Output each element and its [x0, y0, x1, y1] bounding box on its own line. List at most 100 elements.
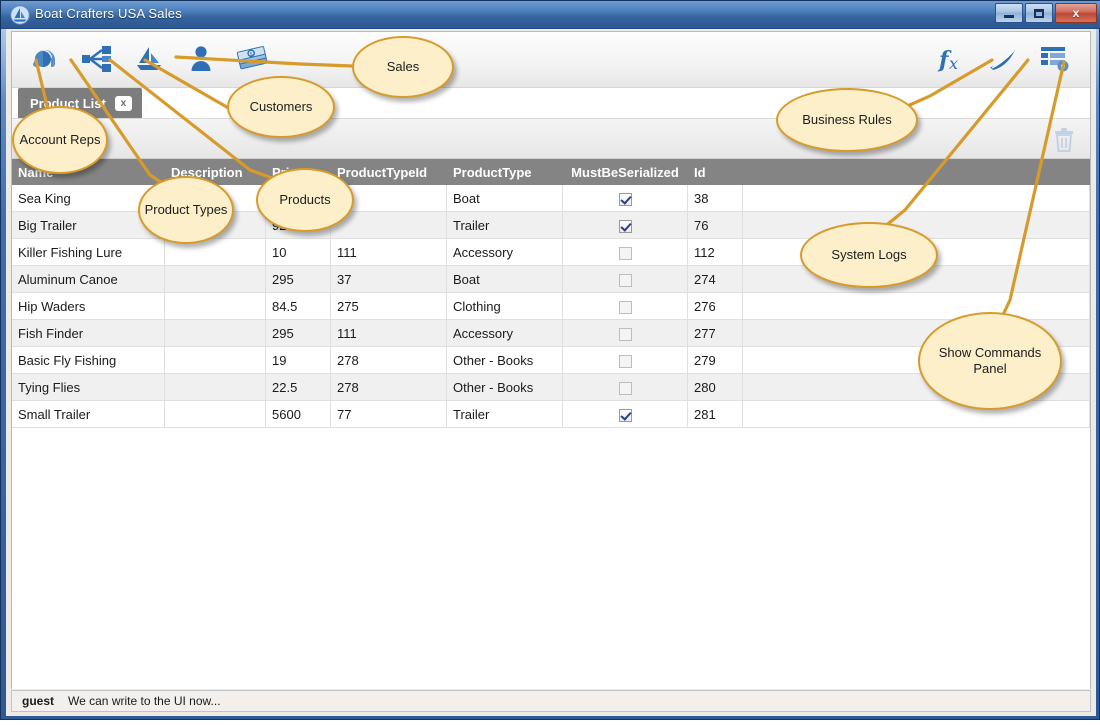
cell-name: Sea King	[12, 185, 165, 212]
cell-filler	[742, 400, 1090, 428]
cell-price: 9200	[265, 211, 331, 239]
business-rules-icon[interactable]: f x	[932, 40, 970, 78]
cell-filler	[742, 185, 1090, 212]
cell-filler	[742, 292, 1090, 320]
table-row[interactable]: Aluminum Canoe 295 37 Boat 274	[12, 265, 1090, 293]
cell-description	[164, 373, 266, 401]
cell-producttype: Accessory	[446, 319, 563, 347]
column-header-producttype[interactable]: ProductType	[446, 159, 563, 185]
tab-product-list[interactable]: Product List x	[18, 88, 142, 118]
cell-mustbeserialized[interactable]	[562, 211, 688, 239]
command-bar: New Product	[12, 118, 1090, 159]
cell-mustbeserialized[interactable]	[562, 319, 688, 347]
checkbox-unchecked[interactable]	[618, 300, 632, 314]
tab-close-icon[interactable]: x	[114, 95, 132, 111]
close-button[interactable]: x	[1055, 3, 1097, 23]
checkbox-checked[interactable]	[618, 219, 632, 233]
cell-producttype: Accessory	[446, 238, 563, 266]
cell-producttypeid: 37	[330, 265, 447, 293]
table-body: Sea King 5600 Boat 38 Big Trailer 9200 Trailer…	[12, 185, 1090, 428]
cell-price: 19	[265, 346, 331, 374]
checkbox-checked[interactable]	[618, 192, 632, 206]
cell-description	[164, 346, 266, 374]
cell-id: 274	[687, 265, 743, 293]
title-bar: Boat Crafters USA Sales x	[1, 1, 1100, 29]
cell-price: 5600	[265, 400, 331, 428]
checkbox-checked[interactable]	[618, 408, 632, 422]
cell-name: Small Trailer	[12, 400, 165, 428]
maximize-button[interactable]	[1025, 3, 1053, 23]
window-frame: Boat Crafters USA Sales x $ f x Product …	[0, 0, 1100, 720]
cell-id: 281	[687, 400, 743, 428]
table-row[interactable]: Sea King 5600 Boat 38	[12, 185, 1090, 212]
status-bar: guest We can write to the UI now...	[11, 690, 1091, 712]
checkbox-unchecked[interactable]	[618, 354, 632, 368]
cell-description	[164, 400, 266, 428]
new-product-button[interactable]: New Product	[26, 131, 100, 146]
table-header-row: Name Description Price ProductTypeId Pro…	[12, 159, 1090, 185]
cell-filler	[742, 373, 1090, 401]
column-header-name[interactable]: Name	[12, 159, 165, 185]
checkbox-unchecked[interactable]	[618, 246, 632, 260]
column-header-id[interactable]: Id	[687, 159, 743, 185]
table-row[interactable]: Tying Flies 22.5 278 Other - Books 280	[12, 373, 1090, 401]
column-header-description[interactable]: Description	[164, 159, 266, 185]
cell-mustbeserialized[interactable]	[562, 292, 688, 320]
cell-mustbeserialized[interactable]	[562, 265, 688, 293]
cell-name: Fish Finder	[12, 319, 165, 347]
table-row[interactable]: Hip Waders 84.5 275 Clothing 276	[12, 292, 1090, 320]
show-commands-panel-icon[interactable]	[1036, 40, 1074, 78]
system-logs-icon[interactable]	[984, 40, 1022, 78]
minimize-button[interactable]	[995, 3, 1023, 23]
cell-description	[164, 265, 266, 293]
tab-label: Product List	[30, 95, 106, 111]
cell-mustbeserialized[interactable]	[562, 238, 688, 266]
cell-producttypeid: 111	[330, 238, 447, 266]
cell-filler	[742, 346, 1090, 374]
table-row[interactable]: Fish Finder 295 111 Accessory 277	[12, 319, 1090, 347]
cell-price: 295	[265, 265, 331, 293]
cell-price: 22.5	[265, 373, 331, 401]
window-title: Boat Crafters USA Sales	[35, 6, 182, 21]
product-types-icon[interactable]	[78, 40, 116, 78]
cell-producttypeid: 275	[330, 292, 447, 320]
cell-mustbeserialized[interactable]	[562, 185, 688, 212]
product-grid[interactable]: Name Description Price ProductTypeId Pro…	[12, 159, 1090, 689]
status-message: We can write to the UI now...	[68, 694, 221, 708]
checkbox-unchecked[interactable]	[618, 273, 632, 287]
account-reps-icon[interactable]	[26, 40, 64, 78]
application-window: Boat Crafters USA Sales x $ f x Product …	[0, 0, 1100, 720]
table-row[interactable]: Big Trailer 9200 Trailer 76	[12, 211, 1090, 239]
checkbox-unchecked[interactable]	[618, 327, 632, 341]
table-row[interactable]: Basic Fly Fishing 19 278 Other - Books 279	[12, 346, 1090, 374]
cell-price: 84.5	[265, 292, 331, 320]
client-area: $ f x Product List x New Product Name De…	[6, 29, 1096, 716]
cell-mustbeserialized[interactable]	[562, 346, 688, 374]
cell-description	[164, 292, 266, 320]
cell-id: 112	[687, 238, 743, 266]
cell-price: 5600	[265, 185, 331, 212]
products-icon[interactable]	[130, 40, 168, 78]
cell-name: Big Trailer	[12, 211, 165, 239]
cell-producttype: Boat	[446, 185, 563, 212]
column-header-mustbeserialized[interactable]: MustBeSerialized	[562, 159, 688, 185]
cell-producttype: Boat	[446, 265, 563, 293]
cell-producttypeid: 77	[330, 400, 447, 428]
customers-icon[interactable]	[182, 40, 220, 78]
cell-description	[164, 185, 266, 212]
column-header-price[interactable]: Price	[265, 159, 331, 185]
cell-id: 277	[687, 319, 743, 347]
checkbox-unchecked[interactable]	[618, 381, 632, 395]
product-table: Name Description Price ProductTypeId Pro…	[12, 159, 1090, 428]
cell-id: 76	[687, 211, 743, 239]
table-row[interactable]: Small Trailer 5600 77 Trailer 281	[12, 400, 1090, 428]
cell-mustbeserialized[interactable]	[562, 400, 688, 428]
cell-filler	[742, 211, 1090, 239]
trash-icon[interactable]	[1052, 127, 1076, 153]
cell-description	[164, 238, 266, 266]
cell-filler	[742, 319, 1090, 347]
table-row[interactable]: Killer Fishing Lure 10 111 Accessory 112	[12, 238, 1090, 266]
cell-mustbeserialized[interactable]	[562, 373, 688, 401]
sales-icon[interactable]: $	[234, 40, 272, 78]
column-header-producttypeid[interactable]: ProductTypeId	[330, 159, 447, 185]
